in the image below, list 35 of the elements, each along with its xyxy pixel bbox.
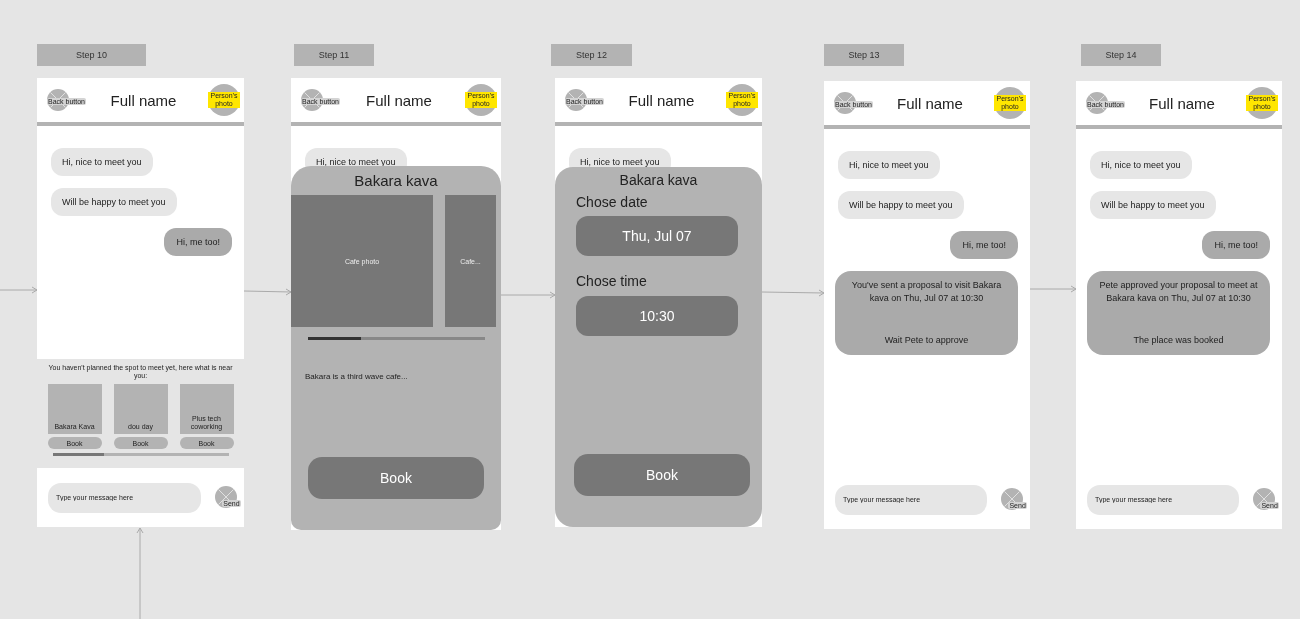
book-button[interactable]: Book: [574, 454, 750, 496]
message-bubble: Hi, nice to meet you: [51, 148, 153, 176]
step-label: Step 10: [37, 44, 146, 66]
date-picker[interactable]: Thu, Jul 07: [576, 216, 738, 256]
cafe-description: Bakara is a third wave cafe...: [305, 372, 408, 381]
proposal-status: Wait Pete to approve: [883, 334, 970, 347]
message-bubble: Will be happy to meet you: [1090, 191, 1216, 219]
carousel-thumb: [307, 337, 361, 340]
step-label: Step 11: [294, 44, 374, 66]
book-button[interactable]: Book: [308, 457, 484, 499]
message-bubble: Will be happy to meet you: [838, 191, 964, 219]
message-bubble: Hi, me too!: [1202, 231, 1270, 259]
chat-title: Full name: [366, 91, 432, 109]
step-label: Step 14: [1081, 44, 1161, 66]
message-bubble: Hi, nice to meet you: [1090, 151, 1192, 179]
connector-arrow: [243, 288, 292, 296]
step-label: Step 13: [824, 44, 904, 66]
proposal-text: Pete approved your proposal to meet at Bakara kava on Thu, Jul 07 at 10:30: [1098, 279, 1259, 305]
connector-arrow: [1029, 285, 1077, 293]
chat-title: Full name: [110, 91, 177, 109]
chat-title: Full name: [628, 91, 695, 109]
message-bubble: Hi, nice to meet you: [838, 151, 940, 179]
date-label: Chose date: [576, 194, 649, 210]
scroll-thumb[interactable]: [52, 453, 104, 456]
message-bubble: Hi, me too!: [950, 231, 1018, 259]
message-bubble: Hi, me too!: [164, 228, 232, 256]
connector-arrow: [0, 286, 38, 294]
message-bubble: Will be happy to meet you: [51, 188, 177, 216]
chat-title: Full name: [1149, 94, 1215, 112]
proposal-status: The place was booked: [1132, 334, 1225, 347]
step-label: Step 12: [551, 44, 632, 66]
chat-title: Full name: [897, 94, 963, 112]
time-picker[interactable]: 10:30: [576, 296, 738, 336]
time-label: Chose time: [576, 273, 648, 289]
proposal-text: You've sent a proposal to visit Bakara kava on Thu, Jul 07 at 10:30: [850, 279, 1003, 305]
